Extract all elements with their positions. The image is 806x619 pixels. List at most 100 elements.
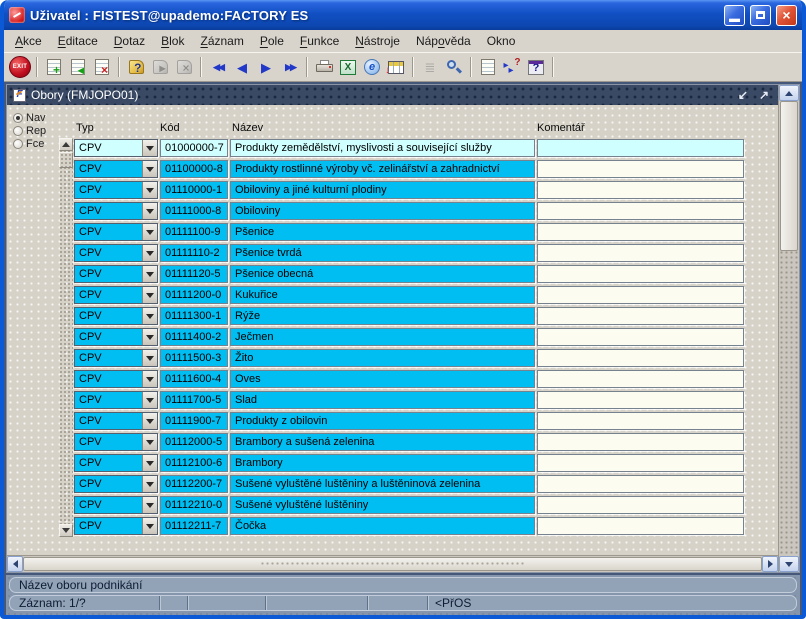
inner-window-titlebar[interactable]: F Obory (FMJOPO01) ↙ ↗ [7, 85, 778, 105]
first-record-button[interactable]: ◀◀ [206, 55, 230, 79]
nazev-field[interactable]: Sušené vyluštěné luštěniny [230, 496, 535, 514]
menu-pole[interactable]: Pole [252, 31, 292, 51]
komentar-field[interactable] [537, 286, 744, 304]
typ-combo[interactable]: CPV [74, 433, 158, 451]
komentar-field[interactable] [537, 244, 744, 262]
typ-combo[interactable]: CPV [74, 349, 158, 367]
kod-field[interactable]: 01111500-3 [160, 349, 228, 367]
chevron-down-icon[interactable] [142, 140, 157, 156]
scroll-up-button[interactable] [59, 138, 73, 151]
kod-field[interactable]: 01111100-9 [160, 223, 228, 241]
help-button[interactable]: ? [524, 55, 548, 79]
nazev-field[interactable]: Brambory a sušená zelenina [230, 433, 535, 451]
scroll-track[interactable] [779, 251, 799, 556]
horizontal-scroll-thumb[interactable] [23, 557, 762, 571]
komentar-field[interactable] [537, 265, 744, 283]
kod-field[interactable]: 01100000-8 [160, 160, 228, 178]
memo-button[interactable] [476, 55, 500, 79]
menu-okno[interactable]: Okno [479, 31, 524, 51]
chevron-down-icon[interactable] [142, 161, 157, 177]
typ-combo[interactable]: CPV [74, 202, 158, 220]
menu-nastroje[interactable]: Nástroje [347, 31, 408, 51]
komentar-field[interactable] [537, 391, 744, 409]
typ-combo[interactable]: CPV [74, 244, 158, 262]
nazev-field[interactable]: Rýže [230, 307, 535, 325]
chevron-down-icon[interactable] [142, 203, 157, 219]
typ-combo[interactable]: CPV [74, 160, 158, 178]
kod-field[interactable]: 01111900-7 [160, 412, 228, 430]
chevron-down-icon[interactable] [142, 455, 157, 471]
typ-combo[interactable]: CPV [74, 454, 158, 472]
typ-combo[interactable]: CPV [74, 328, 158, 346]
scroll-down-button[interactable] [59, 524, 73, 537]
komentar-field[interactable] [537, 202, 744, 220]
komentar-field[interactable] [537, 370, 744, 388]
komentar-field[interactable] [537, 328, 744, 346]
typ-combo[interactable]: CPV [74, 139, 158, 157]
chevron-down-icon[interactable] [142, 518, 157, 534]
chevron-down-icon[interactable] [142, 413, 157, 429]
nazev-field[interactable]: Oves [230, 370, 535, 388]
chevron-down-icon[interactable] [142, 392, 157, 408]
menu-funkce[interactable]: Funkce [292, 31, 347, 51]
print-button[interactable] [312, 55, 336, 79]
kod-field[interactable]: 01112211-7 [160, 517, 228, 535]
nazev-field[interactable]: Obiloviny a jiné kulturní plodiny [230, 181, 535, 199]
kod-field[interactable]: 01111600-4 [160, 370, 228, 388]
chevron-down-icon[interactable] [142, 350, 157, 366]
scroll-right-button[interactable] [762, 556, 778, 572]
maximize-icon[interactable]: ↗ [756, 88, 772, 102]
chevron-down-icon[interactable] [142, 371, 157, 387]
typ-combo[interactable]: CPV [74, 475, 158, 493]
chevron-down-icon[interactable] [142, 224, 157, 240]
previous-record-button[interactable]: ◀ [230, 55, 254, 79]
nazev-field[interactable]: Slad [230, 391, 535, 409]
radio-nav[interactable]: Nav [13, 111, 46, 124]
komentar-field[interactable] [537, 517, 744, 535]
kod-field[interactable]: 01111700-5 [160, 391, 228, 409]
scroll-down-button[interactable] [779, 556, 799, 572]
scroll-thumb[interactable] [59, 152, 73, 168]
typ-combo[interactable]: CPV [74, 370, 158, 388]
typ-combo[interactable]: CPV [74, 286, 158, 304]
komentar-field[interactable] [537, 349, 744, 367]
nazev-field[interactable]: Sušené vyluštěné luštěniny a luštěninová… [230, 475, 535, 493]
nazev-field[interactable]: Produkty rostlinné výroby vč. zelinářstv… [230, 160, 535, 178]
chevron-down-icon[interactable] [142, 182, 157, 198]
radio-rep[interactable]: Rep [13, 124, 46, 137]
vertical-scroll-thumb[interactable] [780, 101, 798, 251]
typ-combo[interactable]: CPV [74, 412, 158, 430]
enter-query-button[interactable]: ? [124, 55, 148, 79]
radio-fce[interactable]: Fce [13, 137, 46, 150]
nazev-field[interactable]: Ječmen [230, 328, 535, 346]
minimize-button[interactable]: ▬ [724, 4, 745, 26]
nazev-field[interactable]: Produkty zemědělství, myslivosti a souvi… [230, 139, 535, 157]
menu-napoveda[interactable]: Nápověda [408, 31, 479, 51]
kod-field[interactable]: 01111400-2 [160, 328, 228, 346]
maximize-button[interactable] [750, 4, 771, 26]
komentar-field[interactable] [537, 496, 744, 514]
chevron-down-icon[interactable] [142, 287, 157, 303]
kod-field[interactable]: 01000000-7 [160, 139, 228, 157]
kod-field[interactable]: 01111200-0 [160, 286, 228, 304]
web-browser-button[interactable]: e [360, 55, 384, 79]
nazev-field[interactable]: Brambory [230, 454, 535, 472]
next-record-button[interactable]: ▶ [254, 55, 278, 79]
record-scrollbar[interactable] [59, 138, 73, 537]
kod-field[interactable]: 01111300-1 [160, 307, 228, 325]
nazev-field[interactable]: Čočka [230, 517, 535, 535]
typ-combo[interactable]: CPV [74, 307, 158, 325]
insert-record-button[interactable]: + [42, 55, 66, 79]
nazev-field[interactable]: Pšenice tvrdá [230, 244, 535, 262]
komentar-field[interactable] [537, 181, 744, 199]
typ-combo[interactable]: CPV [74, 496, 158, 514]
excel-export-button[interactable]: X [336, 55, 360, 79]
typ-combo[interactable]: CPV [74, 265, 158, 283]
typ-combo[interactable]: CPV [74, 181, 158, 199]
chevron-down-icon[interactable] [142, 245, 157, 261]
scroll-left-button[interactable] [7, 556, 23, 572]
typ-combo[interactable]: CPV [74, 391, 158, 409]
kod-field[interactable]: 01112000-5 [160, 433, 228, 451]
kod-field[interactable]: 01110000-1 [160, 181, 228, 199]
menu-editace[interactable]: Editace [50, 31, 106, 51]
